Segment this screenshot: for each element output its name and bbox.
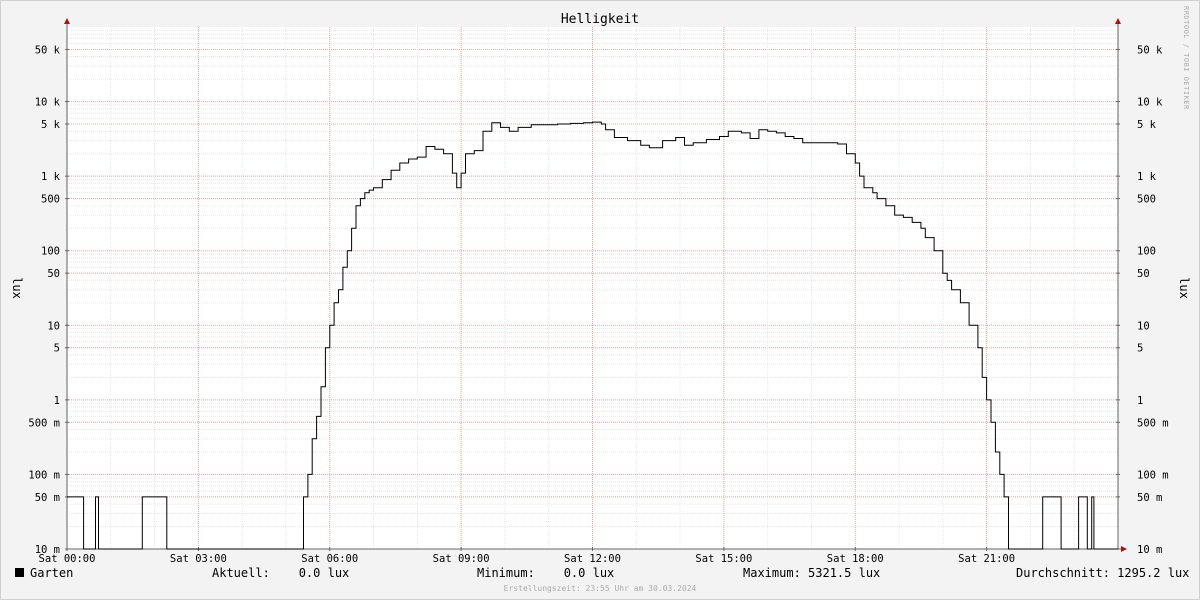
- y-tick-label: 10 k: [35, 97, 61, 109]
- y-tick-label: 50 m: [35, 492, 60, 504]
- legend-series-label: Garten: [30, 566, 74, 580]
- legend-current: Aktuell: 0.0 lux: [212, 566, 350, 580]
- y-axis-arrow-left: [64, 18, 70, 24]
- y-tick-label: 500: [41, 194, 60, 206]
- y-ticks-left: 10 m50 m100 m500 m1510501005001 k5 k10 k…: [28, 44, 69, 556]
- y-tick-label: 50 k: [35, 44, 61, 56]
- y-tick-label: 1: [54, 395, 60, 407]
- y-tick-label: 5: [1137, 343, 1143, 355]
- y-tick-label: 100: [1137, 246, 1156, 258]
- chart-title: Helligkeit: [561, 12, 639, 27]
- x-tick-label: Sat 12:00: [564, 553, 621, 565]
- y-tick-label: 500 m: [28, 417, 60, 429]
- y-ticks-right: 10 m 50 m 100 m 500 m 1 5 10 50 100 500 1 k 5 k 10 k…: [1116, 44, 1169, 556]
- legend-minimum: Minimum: 0.0 lux: [477, 566, 615, 580]
- footer-timestamp: Erstellungszeit: 23:55 Uhr am 30.03.2024: [503, 584, 697, 593]
- brightness-chart: 10 m 50 m 100 m 500 m 1 5 10 50 100 500 1 k 5 k 10 k…: [10, 12, 1191, 565]
- x-tick-label: Sat 09:00: [433, 553, 490, 565]
- y-tick-label: 10: [47, 320, 60, 332]
- x-tick-label: Sat 21:00: [958, 553, 1015, 565]
- y-tick-label: 50 k: [1137, 44, 1163, 56]
- legend: Garten Aktuell: 0.0 lux Minimum: 0.0 lux…: [0, 566, 1200, 586]
- y-tick-label: 100 m: [28, 469, 60, 481]
- legend-swatch: [15, 568, 24, 577]
- x-axis-arrow: [1121, 546, 1127, 552]
- y-tick-label: 50 m: [1137, 492, 1162, 504]
- y-tick-label: 5: [54, 343, 60, 355]
- x-ticks: Sat 00:00 Sat 03:00 Sat 06:00 Sat 09:00 Sat …: [39, 547, 1015, 565]
- y-tick-label: 500 m: [1137, 417, 1169, 429]
- y-tick-label: 5 k: [41, 119, 61, 131]
- watermark: RRDTOOL / TOBI OETIKER: [1182, 6, 1190, 110]
- y-axis-arrow-right: [1115, 18, 1121, 24]
- y-tick-label: 10: [1137, 320, 1150, 332]
- y-tick-label: 50: [47, 268, 60, 280]
- y-tick-label: 5 k: [1137, 119, 1157, 131]
- y-tick-label: 1 k: [1137, 171, 1157, 183]
- legend-average: Durchschnitt: 1295.2 lux: [1016, 566, 1190, 580]
- y-tick-label: 50: [1137, 268, 1150, 280]
- y-axis-label-right: lux: [1177, 277, 1191, 299]
- y-tick-label: 1: [1137, 395, 1143, 407]
- y-tick-label: 10 k: [1137, 97, 1163, 109]
- y-tick-label: 100 m: [1137, 469, 1169, 481]
- y-tick-label: 500: [1137, 194, 1156, 206]
- y-tick-label: 100: [41, 246, 60, 258]
- y-tick-label: 1 k: [41, 171, 61, 183]
- y-tick-label: 10 m: [1137, 544, 1162, 556]
- x-tick-label: Sat 15:00: [695, 553, 752, 565]
- x-tick-label: Sat 18:00: [827, 553, 884, 565]
- x-tick-label: Sat 03:00: [170, 553, 227, 565]
- y-axis-label-left: lux: [10, 277, 24, 299]
- x-tick-label: Sat 06:00: [301, 553, 358, 565]
- legend-maximum: Maximum: 5321.5 lux: [743, 566, 881, 580]
- x-tick-label: Sat 00:00: [39, 553, 96, 565]
